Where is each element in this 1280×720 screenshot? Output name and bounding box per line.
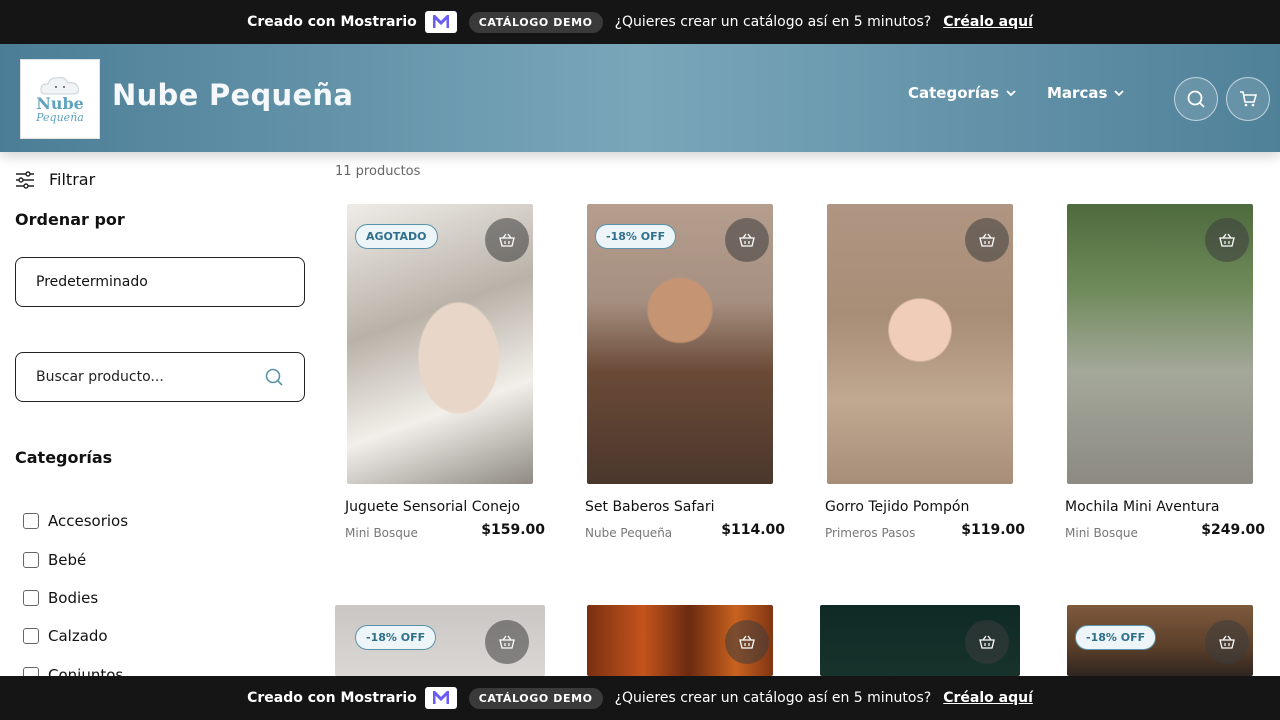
create-catalog-link[interactable]: Créalo aquí [943, 690, 1033, 706]
promo-question: ¿Quieres crear un catálogo así en 5 minu… [614, 14, 932, 30]
demo-badge: CATÁLOGO DEMO [468, 11, 603, 33]
category-checkbox[interactable] [23, 628, 39, 645]
category-label: Calzado [48, 627, 108, 646]
basket-icon [979, 635, 995, 649]
product-brand: Primeros Pasos [825, 526, 916, 540]
search-icon[interactable] [264, 367, 284, 387]
categories-list: Accesorios Bebé Bodies Calzado Conjuntos [23, 502, 128, 694]
product-card[interactable] [575, 605, 795, 676]
product-name[interactable]: Mochila Mini Aventura [1065, 499, 1219, 515]
sliders-icon [16, 170, 34, 189]
store-name[interactable]: Nube Pequeña [112, 78, 353, 112]
promo-question: ¿Quieres crear un catálogo así en 5 minu… [614, 690, 932, 706]
product-brand: Nube Pequeña [585, 526, 673, 540]
add-to-cart-button[interactable] [725, 218, 769, 262]
nav-categories-label: Categorías [908, 84, 1000, 102]
chevron-down-icon [1114, 90, 1125, 97]
add-to-cart-button[interactable] [965, 620, 1009, 664]
demo-badge: CATÁLOGO DEMO [468, 687, 603, 709]
category-accesorios[interactable]: Accesorios [23, 502, 128, 540]
category-checkbox[interactable] [23, 513, 39, 530]
basket-icon [1219, 233, 1235, 247]
create-catalog-link[interactable]: Créalo aquí [943, 14, 1033, 30]
cart-icon [1240, 91, 1258, 107]
basket-icon [739, 635, 755, 649]
category-label: Bodies [48, 588, 99, 607]
category-label: Accesorios [48, 512, 129, 531]
basket-icon [499, 233, 515, 247]
category-label: Bebé [48, 550, 87, 569]
product-name[interactable]: Set Baberos Safari [585, 499, 715, 515]
category-checkbox[interactable] [23, 589, 39, 606]
discount-badge: -18% OFF [355, 625, 437, 650]
product-brand: Mini Bosque [345, 526, 418, 540]
sort-select[interactable]: Predeterminado [15, 257, 305, 307]
product-card[interactable]: -18% OFF [1055, 605, 1275, 676]
product-price: $159.00 [481, 522, 545, 538]
category-checkbox[interactable] [23, 551, 39, 568]
created-with-text: Creado con Mostrario [247, 14, 417, 30]
nav-brands[interactable]: Marcas [1047, 84, 1125, 102]
created-with-text: Creado con Mostrario [247, 690, 417, 706]
product-name[interactable]: Gorro Tejido Pompón [825, 499, 969, 515]
basket-icon [499, 635, 515, 649]
discount-badge: -18% OFF [595, 224, 677, 249]
product-card[interactable]: -18% OFF Set Baberos Safari Nube Pequeña… [575, 204, 795, 544]
header-search-button[interactable] [1174, 77, 1218, 121]
logo-line-2: Pequeña [36, 111, 84, 124]
category-bodies[interactable]: Bodies [23, 579, 128, 617]
add-to-cart-button[interactable] [1205, 218, 1249, 262]
chevron-down-icon [1006, 90, 1016, 97]
nav-brands-label: Marcas [1047, 84, 1108, 102]
product-card[interactable]: -18% OFF [323, 605, 545, 676]
header-cart-button[interactable] [1226, 77, 1270, 121]
search-icon [1187, 90, 1205, 108]
discount-badge: -18% OFF [1075, 625, 1157, 650]
filter-toggle[interactable]: Filtrar [15, 170, 95, 189]
product-card[interactable]: Gorro Tejido Pompón Primeros Pasos $119.… [815, 204, 1035, 544]
sort-label: Ordenar por [15, 210, 125, 229]
product-card[interactable]: AGOTADO Juguete Sensorial Conejo Mini Bo… [335, 204, 555, 544]
category-calzado[interactable]: Calzado [23, 617, 128, 655]
filter-label: Filtrar [49, 170, 96, 189]
promo-bar-top: Creado con Mostrario CATÁLOGO DEMO ¿Quie… [0, 0, 1280, 44]
add-to-cart-button[interactable] [725, 620, 769, 664]
categories-title: Categorías [15, 448, 113, 467]
basket-icon [979, 233, 995, 247]
product-search [15, 352, 305, 402]
basket-icon [1219, 635, 1235, 649]
product-search-input[interactable] [36, 369, 256, 385]
mostrario-logo-icon [424, 687, 457, 709]
nav-categories[interactable]: Categorías [908, 84, 1017, 102]
logo-line-1: Nube [36, 94, 84, 113]
product-brand: Mini Bosque [1065, 526, 1138, 540]
product-price: $249.00 [1201, 522, 1265, 538]
promo-bar-bottom: Creado con Mostrario CATÁLOGO DEMO ¿Quie… [0, 676, 1280, 720]
add-to-cart-button[interactable] [1205, 620, 1249, 664]
product-price: $114.00 [721, 522, 785, 538]
product-name[interactable]: Juguete Sensorial Conejo [345, 499, 520, 515]
store-logo[interactable]: Nube Pequeña [20, 59, 100, 139]
stock-badge: AGOTADO [355, 224, 438, 249]
category-bebe[interactable]: Bebé [23, 540, 128, 578]
add-to-cart-button[interactable] [485, 218, 529, 262]
product-card[interactable]: Mochila Mini Aventura Mini Bosque $249.0… [1055, 204, 1275, 544]
product-price: $119.00 [961, 522, 1025, 538]
product-count: 11 productos [335, 164, 421, 179]
product-card[interactable] [808, 605, 1028, 676]
store-header: Nube Pequeña Nube Pequeña Categorías Mar… [0, 44, 1280, 152]
add-to-cart-button[interactable] [965, 218, 1009, 262]
cloud-icon [40, 77, 79, 95]
mostrario-logo-icon [424, 11, 457, 33]
add-to-cart-button[interactable] [485, 620, 529, 664]
basket-icon [739, 233, 755, 247]
